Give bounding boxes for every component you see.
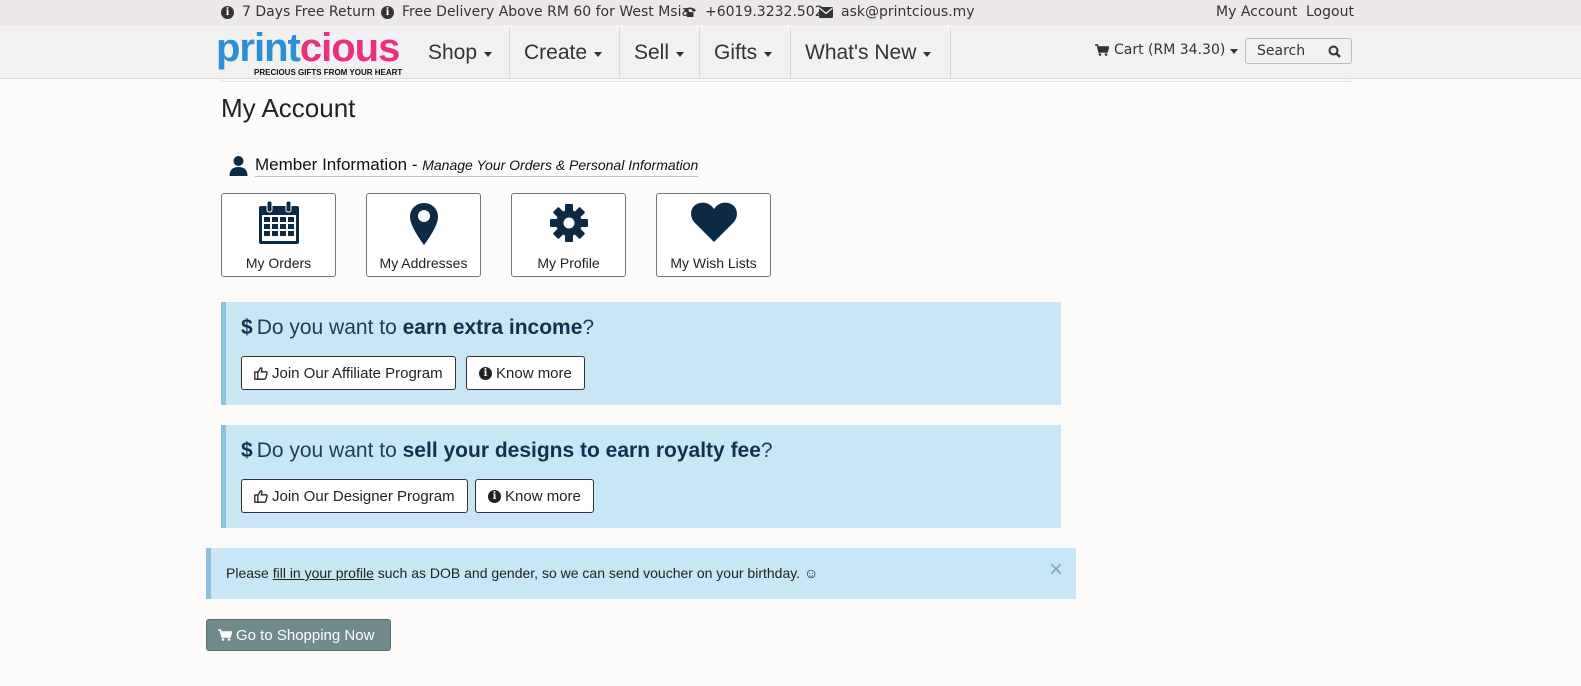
member-info-title: Member Information - Manage Your Orders … bbox=[255, 155, 699, 177]
logout-link[interactable]: Logout bbox=[1306, 4, 1354, 20]
nav-shop-label: Shop bbox=[428, 40, 478, 64]
gear-icon bbox=[512, 203, 625, 243]
main-navbar: printcious PRECIOUS GIFTS FROM YOUR HEAR… bbox=[0, 26, 1581, 79]
designer-panel: $ Do you want to sell your designs to ear… bbox=[221, 425, 1061, 528]
cart-icon bbox=[218, 629, 232, 641]
my-addresses-button[interactable]: My Addresses bbox=[366, 193, 481, 277]
cart-label: Cart (RM 34.30) bbox=[1114, 42, 1226, 58]
heart-icon bbox=[657, 202, 770, 242]
calendar-icon bbox=[222, 201, 335, 245]
my-orders-label: My Orders bbox=[245, 255, 312, 271]
member-info-subtitle: Manage Your Orders & Personal Informatio… bbox=[422, 157, 699, 173]
fill-profile-link[interactable]: fill in your profile bbox=[273, 565, 374, 581]
nav-gifts[interactable]: Gifts bbox=[700, 27, 791, 78]
my-account-link[interactable]: My Account bbox=[1216, 4, 1297, 20]
phone-icon bbox=[683, 6, 697, 18]
go-to-shopping-button[interactable]: Go to Shopping Now bbox=[206, 619, 391, 651]
go-to-shopping-label: Go to Shopping Now bbox=[236, 626, 375, 644]
free-delivery-text: Free Delivery Above RM 60 for West Msia bbox=[402, 4, 691, 20]
join-affiliate-label: Join Our Affiliate Program bbox=[272, 364, 443, 382]
dollar-icon: $ bbox=[241, 316, 253, 339]
phone-number: +6019.3232.502 bbox=[705, 4, 824, 20]
page-title: My Account bbox=[221, 93, 356, 123]
affiliate-question: $ Do you want to earn extra income? bbox=[241, 316, 595, 339]
info-icon: i bbox=[479, 366, 492, 380]
cart-icon bbox=[1095, 44, 1109, 56]
search-icon[interactable] bbox=[1328, 45, 1341, 62]
envelope-icon bbox=[819, 6, 833, 18]
close-icon[interactable]: × bbox=[1049, 558, 1063, 582]
affiliate-know-more-label: Know more bbox=[496, 364, 572, 382]
info-icon: i bbox=[221, 5, 234, 19]
my-orders-button[interactable]: My Orders bbox=[221, 193, 336, 277]
designer-know-more-button[interactable]: i Know more bbox=[475, 479, 594, 513]
designer-question: $ Do you want to sell your designs to ear… bbox=[241, 439, 773, 462]
affiliate-panel: $ Do you want to earn extra income? Join … bbox=[221, 302, 1061, 405]
my-profile-button[interactable]: My Profile bbox=[511, 193, 626, 277]
caret-down-icon bbox=[676, 51, 685, 57]
join-affiliate-button[interactable]: Join Our Affiliate Program bbox=[241, 356, 456, 390]
email-info: ask@printcious.my bbox=[819, 4, 975, 20]
email-link[interactable]: ask@printcious.my bbox=[841, 4, 975, 20]
nav-gifts-label: Gifts bbox=[714, 40, 758, 64]
cart-dropdown[interactable]: Cart (RM 34.30) bbox=[1095, 42, 1239, 58]
map-marker-icon bbox=[367, 203, 480, 245]
free-delivery-info: i Free Delivery Above RM 60 for West Msi… bbox=[381, 4, 690, 20]
logo-wordmark: printcious bbox=[216, 26, 400, 70]
info-icon: i bbox=[488, 489, 501, 503]
logo-tagline: PRECIOUS GIFTS FROM YOUR HEART bbox=[254, 68, 403, 77]
member-info-heading: Member Information - Manage Your Orders … bbox=[229, 155, 699, 177]
my-profile-label: My Profile bbox=[537, 255, 600, 271]
caret-down-icon bbox=[1230, 48, 1239, 54]
join-designer-button[interactable]: Join Our Designer Program bbox=[241, 479, 468, 513]
join-designer-label: Join Our Designer Program bbox=[272, 487, 455, 505]
caret-down-icon bbox=[484, 51, 493, 57]
thumbs-up-icon bbox=[254, 366, 268, 380]
user-icon bbox=[229, 155, 248, 177]
my-addresses-label: My Addresses bbox=[379, 255, 468, 271]
nav-create[interactable]: Create bbox=[510, 27, 620, 78]
designer-highlight: sell your designs to earn royalty fee bbox=[402, 439, 761, 462]
thumbs-up-icon bbox=[254, 489, 268, 503]
profile-reminder-alert: Please fill in your profile such as DOB … bbox=[206, 548, 1076, 599]
caret-down-icon bbox=[594, 51, 603, 57]
phone-info: +6019.3232.502 bbox=[683, 4, 824, 20]
my-wish-lists-button[interactable]: My Wish Lists bbox=[656, 193, 771, 277]
search-input[interactable]: Search bbox=[1245, 38, 1352, 64]
free-return-text: 7 Days Free Return bbox=[242, 4, 376, 20]
nav-whats-new[interactable]: What's New bbox=[791, 27, 951, 78]
nav-create-label: Create bbox=[524, 40, 588, 64]
designer-know-more-label: Know more bbox=[505, 487, 581, 505]
printcious-logo[interactable]: printcious PRECIOUS GIFTS FROM YOUR HEAR… bbox=[216, 26, 406, 77]
caret-down-icon bbox=[923, 51, 932, 57]
caret-down-icon bbox=[764, 51, 773, 57]
affiliate-highlight: earn extra income bbox=[402, 316, 583, 339]
free-return-info: i 7 Days Free Return bbox=[221, 4, 375, 20]
search-placeholder: Search bbox=[1257, 43, 1306, 59]
info-icon: i bbox=[381, 5, 394, 19]
logout-link-wrap: Logout bbox=[1306, 4, 1354, 20]
profile-reminder-text: Please fill in your profile such as DOB … bbox=[226, 565, 819, 581]
nav-whats-new-label: What's New bbox=[805, 40, 917, 64]
nav-shop[interactable]: Shop bbox=[414, 27, 510, 78]
nav-sell-label: Sell bbox=[634, 40, 670, 64]
nav-sell[interactable]: Sell bbox=[620, 27, 700, 78]
my-account-top-link-wrap: My Account bbox=[1216, 4, 1297, 20]
dollar-icon: $ bbox=[241, 439, 253, 462]
top-info-bar: i 7 Days Free Return i Free Delivery Abo… bbox=[0, 0, 1581, 26]
navbar-divider bbox=[221, 79, 1352, 82]
my-wish-lists-label: My Wish Lists bbox=[670, 255, 757, 271]
affiliate-know-more-button[interactable]: i Know more bbox=[466, 356, 585, 390]
